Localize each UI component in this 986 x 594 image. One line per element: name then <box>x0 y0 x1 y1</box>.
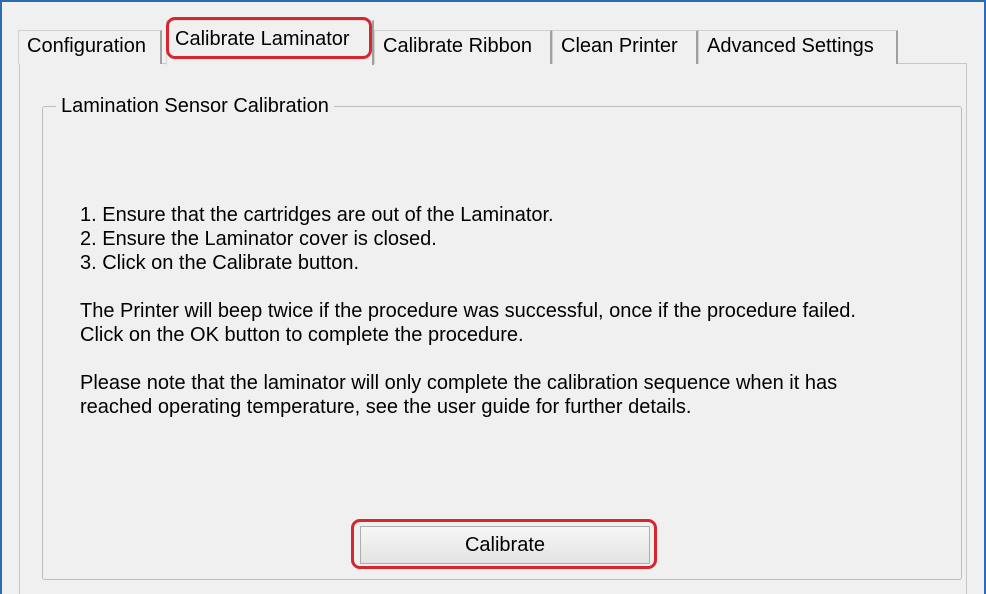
instruction-step-3: 3. Click on the Calibrate button. <box>80 252 360 274</box>
tab-strip: Configuration Calibrate Laminator Calibr… <box>18 20 918 65</box>
note-text-line-1: Please note that the laminator will only… <box>80 372 838 394</box>
instructions: 1. Ensure that the cartridges are out of… <box>80 203 940 419</box>
tab-configuration[interactable]: Configuration <box>18 30 162 64</box>
groupbox-title: Lamination Sensor Calibration <box>56 93 334 119</box>
instruction-step-2: 2. Ensure the Laminator cover is closed. <box>80 228 437 250</box>
instruction-step-1: 1. Ensure that the cartridges are out of… <box>80 204 554 226</box>
tab-advanced-settings[interactable]: Advanced Settings <box>698 30 898 64</box>
tab-calibrate-laminator[interactable]: Calibrate Laminator <box>166 20 374 65</box>
calibrate-button[interactable]: Calibrate <box>360 526 650 564</box>
tab-clean-printer[interactable]: Clean Printer <box>552 30 698 64</box>
tab-calibrate-ribbon[interactable]: Calibrate Ribbon <box>374 30 552 64</box>
result-text-line-1: The Printer will beep twice if the proce… <box>80 300 856 322</box>
result-text-line-2: Click on the OK button to complete the p… <box>80 324 524 346</box>
note-text-line-2: reached operating temperature, see the u… <box>80 396 692 418</box>
